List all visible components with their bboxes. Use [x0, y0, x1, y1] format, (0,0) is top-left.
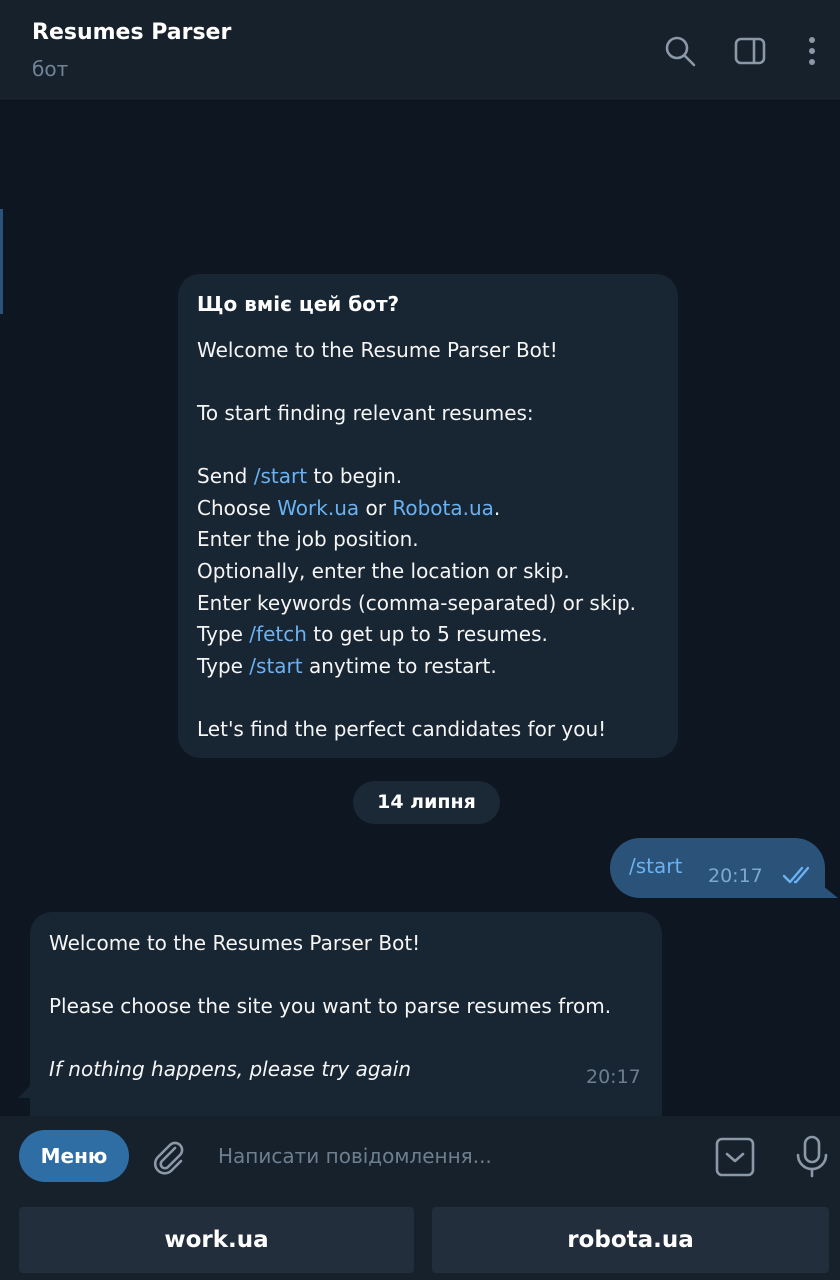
date-separator: 14 липня	[353, 781, 500, 824]
start-command-link[interactable]: /start	[254, 464, 307, 488]
chat-title[interactable]: Resumes Parser	[32, 20, 231, 45]
bot-description-title: Що вміє цей бот?	[197, 292, 400, 316]
keyboard-button-workua[interactable]: work.ua	[19, 1207, 414, 1273]
intro-step-keywords: Enter keywords (comma-separated) or skip…	[197, 591, 637, 615]
chat-header: Resumes Parser бот	[0, 0, 840, 101]
paperclip-icon[interactable]	[148, 1136, 188, 1176]
incoming-line-retry: If nothing happens, please try again	[49, 1057, 412, 1081]
incoming-line-choose: Please choose the site you want to parse…	[49, 994, 612, 1018]
chat-area[interactable]: Що вміє цей бот? Welcome to the Resume P…	[0, 101, 840, 1198]
intro-step-restart: Type /start anytime to restart.	[197, 654, 497, 678]
message-input[interactable]	[210, 1136, 698, 1176]
workua-link[interactable]: Work.ua	[277, 496, 359, 520]
outgoing-message-text[interactable]: /start	[629, 854, 682, 878]
message-time: 20:17	[586, 1066, 641, 1088]
fetch-command-link[interactable]: /fetch	[249, 622, 307, 646]
restart-command-link[interactable]: /start	[249, 654, 302, 678]
double-check-icon	[782, 864, 816, 886]
incoming-line-welcome: Welcome to the Resumes Parser Bot!	[49, 931, 421, 955]
intro-step-send: Send /start to begin.	[197, 464, 403, 488]
intro-start-finding: To start finding relevant resumes:	[197, 401, 534, 425]
sidebar-toggle-icon[interactable]	[733, 34, 767, 68]
outgoing-message[interactable]: /start 20:17	[610, 838, 825, 898]
message-composer: Меню	[0, 1116, 840, 1196]
intro-step-position: Enter the job position.	[197, 527, 419, 551]
bot-keyboard-icon[interactable]	[714, 1136, 756, 1178]
intro-step-choose: Choose Work.ua or Robota.ua.	[197, 496, 501, 520]
robotaua-link[interactable]: Robota.ua	[392, 496, 494, 520]
intro-closing: Let's find the perfect candidates for yo…	[197, 717, 607, 741]
intro-welcome: Welcome to the Resume Parser Bot!	[197, 338, 558, 362]
intro-step-location: Optionally, enter the location or skip.	[197, 559, 570, 583]
message-time: 20:17	[708, 865, 763, 887]
microphone-icon[interactable]	[792, 1134, 832, 1178]
menu-button[interactable]: Меню	[19, 1130, 129, 1182]
chat-subtitle: бот	[32, 57, 69, 81]
intro-step-fetch: Type /fetch to get up to 5 resumes.	[197, 622, 548, 646]
reply-keyboard: work.ua robota.ua	[0, 1196, 840, 1280]
more-vertical-icon[interactable]	[795, 34, 829, 68]
bot-description-bubble: Що вміє цей бот? Welcome to the Resume P…	[178, 274, 678, 758]
keyboard-button-robotaua[interactable]: robota.ua	[432, 1207, 829, 1273]
search-icon[interactable]	[663, 34, 697, 68]
scroll-indicator	[0, 209, 3, 314]
